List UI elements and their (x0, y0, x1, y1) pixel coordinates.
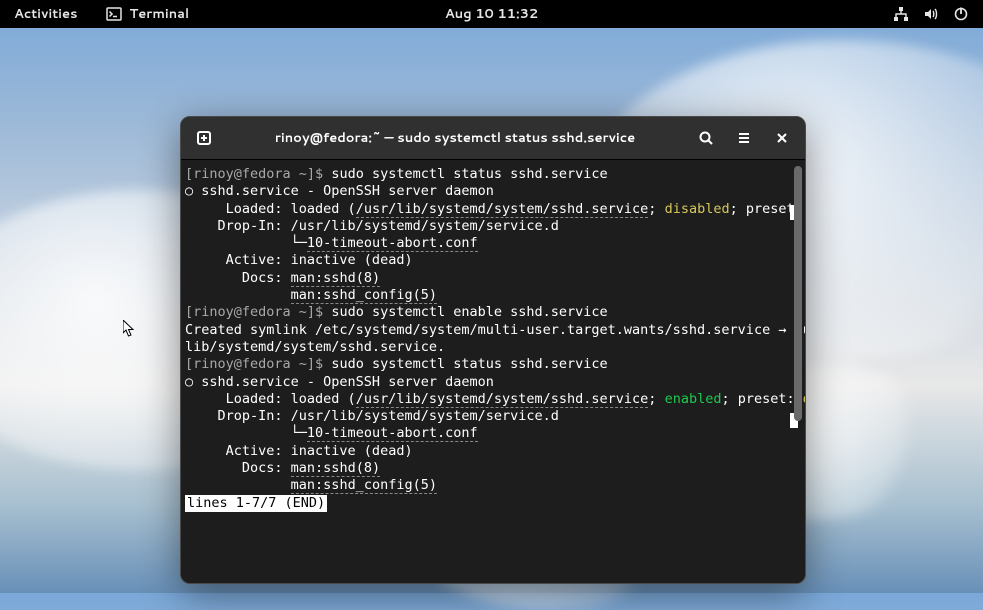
terminal-window: rinoy@fedora:~ — sudo systemctl status s… (180, 116, 806, 584)
prompt: [rinoy@fedora ~]$ (185, 166, 331, 182)
output-line: Drop-In: /usr/lib/systemd/system/service… (181, 408, 805, 425)
volume-icon[interactable] (923, 6, 939, 22)
output-line: Active: inactive (dead) (181, 252, 805, 269)
output-line: ○ sshd.service - OpenSSH server daemon (181, 183, 805, 200)
command: sudo systemctl status sshd.service (331, 166, 607, 182)
titlebar[interactable]: rinoy@fedora:~ — sudo systemctl status s… (181, 117, 805, 159)
output-line: Drop-In: /usr/lib/systemd/system/service… (181, 218, 805, 235)
close-icon (774, 130, 790, 146)
search-icon (698, 130, 714, 146)
gnome-top-bar: Activities Terminal Aug 10 11:32 (0, 0, 983, 28)
app-menu-label: Terminal (130, 5, 190, 23)
output-line: lib/systemd/system/sshd.service. (181, 339, 805, 356)
terminal-body[interactable]: [rinoy@fedora ~]$ sudo systemctl status … (181, 159, 805, 583)
output-line: ○ sshd.service - OpenSSH server daemon (181, 374, 805, 391)
plus-box-icon (196, 130, 212, 146)
close-button[interactable] (765, 121, 799, 155)
window-title: rinoy@fedora:~ — sudo systemctl status s… (225, 129, 685, 147)
search-button[interactable] (689, 121, 723, 155)
menu-button[interactable] (727, 121, 761, 155)
new-tab-button[interactable] (187, 121, 221, 155)
scrollbar[interactable] (793, 166, 803, 577)
network-icon[interactable] (893, 6, 909, 22)
clock-label: Aug 10 11:32 (445, 5, 538, 23)
clock-button[interactable]: Aug 10 11:32 (431, 0, 552, 28)
hamburger-icon (736, 130, 752, 146)
prompt: [rinoy@fedora ~]$ (185, 304, 331, 320)
command: sudo systemctl status sshd.service (331, 356, 607, 372)
scrollbar-thumb[interactable] (794, 166, 802, 421)
power-icon[interactable] (953, 6, 969, 22)
output-line: Created symlink /etc/systemd/system/mult… (181, 322, 805, 339)
command: sudo systemctl enable sshd.service (331, 304, 607, 320)
activities-button[interactable]: Activities (0, 0, 92, 28)
pager-status: lines 1-7/7 (END) (185, 495, 327, 512)
activities-label: Activities (14, 5, 78, 23)
prompt: [rinoy@fedora ~]$ (185, 356, 331, 372)
app-menu-button[interactable]: Terminal (92, 0, 204, 28)
terminal-icon (106, 6, 122, 22)
output-line: Active: inactive (dead) (181, 443, 805, 460)
terminal-output[interactable]: [rinoy@fedora ~]$ sudo systemctl status … (181, 160, 805, 583)
